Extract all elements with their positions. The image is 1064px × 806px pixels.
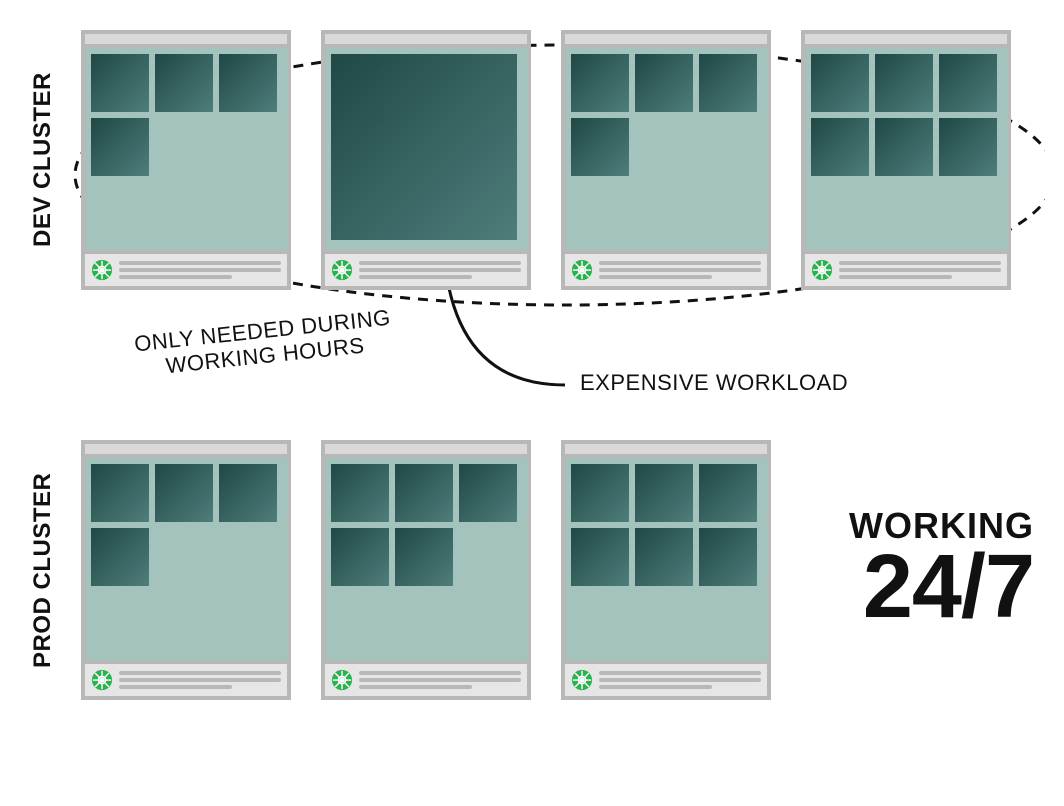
card-footer: [565, 250, 767, 286]
prod-cluster-label: PROD CLUSTER: [25, 440, 61, 700]
helm-icon: [571, 259, 593, 281]
cluster-node-card: [321, 440, 531, 700]
helm-icon: [91, 259, 113, 281]
card-titlebar: [565, 444, 767, 458]
pods-container: [571, 54, 761, 176]
workload-pod: [571, 54, 629, 112]
workload-pod: [811, 54, 869, 112]
card-body: [805, 48, 1007, 250]
card-body: [85, 48, 287, 250]
card-footer: [805, 250, 1007, 286]
card-titlebar: [565, 34, 767, 48]
workload-pod: [699, 464, 757, 522]
cluster-node-card: [81, 440, 291, 700]
card-titlebar: [85, 34, 287, 48]
card-footer: [85, 250, 287, 286]
workload-pod: [395, 528, 453, 586]
workload-pod: [939, 118, 997, 176]
workload-pod: [91, 54, 149, 112]
pods-container: [331, 54, 521, 240]
annotation-expensive-workload: EXPENSIVE WORKLOAD: [580, 370, 848, 396]
card-titlebar: [325, 34, 527, 48]
workload-pod: [571, 464, 629, 522]
pods-container: [91, 54, 281, 176]
card-footer-lines: [359, 261, 521, 279]
helm-icon: [811, 259, 833, 281]
card-footer-lines: [359, 671, 521, 689]
card-footer: [565, 660, 767, 696]
cluster-node-card: [81, 30, 291, 290]
prod-cluster-row: PROD CLUSTER WORKING 24/7: [25, 440, 1039, 700]
workload-pod: [331, 464, 389, 522]
workload-pod: [699, 528, 757, 586]
helm-icon: [331, 259, 353, 281]
workload-pod: [155, 54, 213, 112]
dev-cards: [81, 30, 1011, 290]
pods-container: [811, 54, 1001, 176]
card-body: [325, 48, 527, 250]
dev-cluster-row: DEV CLUSTER ONLY NEEDED DURING WORKING H…: [25, 30, 1039, 290]
helm-icon: [571, 669, 593, 691]
card-body: [325, 458, 527, 660]
card-footer: [325, 660, 527, 696]
card-footer: [325, 250, 527, 286]
card-body: [85, 458, 287, 660]
cluster-node-card: [561, 30, 771, 290]
cluster-node-card: [321, 30, 531, 290]
workload-pod: [219, 464, 277, 522]
workload-pod: [395, 464, 453, 522]
workload-pod: [635, 464, 693, 522]
workload-pod: [91, 528, 149, 586]
card-footer-lines: [119, 261, 281, 279]
pods-container: [91, 464, 281, 586]
dev-cluster-label: DEV CLUSTER: [25, 30, 61, 290]
annotation-working-hours: ONLY NEEDED DURING WORKING HOURS: [133, 305, 394, 382]
workload-pod-large: [331, 54, 517, 240]
card-footer: [85, 660, 287, 696]
workload-pod: [91, 118, 149, 176]
cluster-node-card: [561, 440, 771, 700]
card-body: [565, 458, 767, 660]
working-247-label: WORKING 24/7: [849, 505, 1034, 628]
workload-pod: [939, 54, 997, 112]
workload-pod: [219, 54, 277, 112]
cluster-node-card: [801, 30, 1011, 290]
workload-pod: [155, 464, 213, 522]
card-footer-lines: [599, 671, 761, 689]
workload-pod: [331, 528, 389, 586]
card-footer-lines: [839, 261, 1001, 279]
card-titlebar: [325, 444, 527, 458]
card-footer-lines: [599, 261, 761, 279]
card-body: [565, 48, 767, 250]
helm-icon: [91, 669, 113, 691]
workload-pod: [875, 54, 933, 112]
workload-pod: [699, 54, 757, 112]
card-footer-lines: [119, 671, 281, 689]
prod-cards: [81, 440, 771, 700]
helm-icon: [331, 669, 353, 691]
pods-container: [571, 464, 761, 586]
workload-pod: [635, 528, 693, 586]
card-titlebar: [85, 444, 287, 458]
pods-container: [331, 464, 521, 586]
workload-pod: [571, 118, 629, 176]
workload-pod: [635, 54, 693, 112]
workload-pod: [571, 528, 629, 586]
workload-pod: [91, 464, 149, 522]
workload-pod: [811, 118, 869, 176]
workload-pod: [875, 118, 933, 176]
card-titlebar: [805, 34, 1007, 48]
workload-pod: [459, 464, 517, 522]
